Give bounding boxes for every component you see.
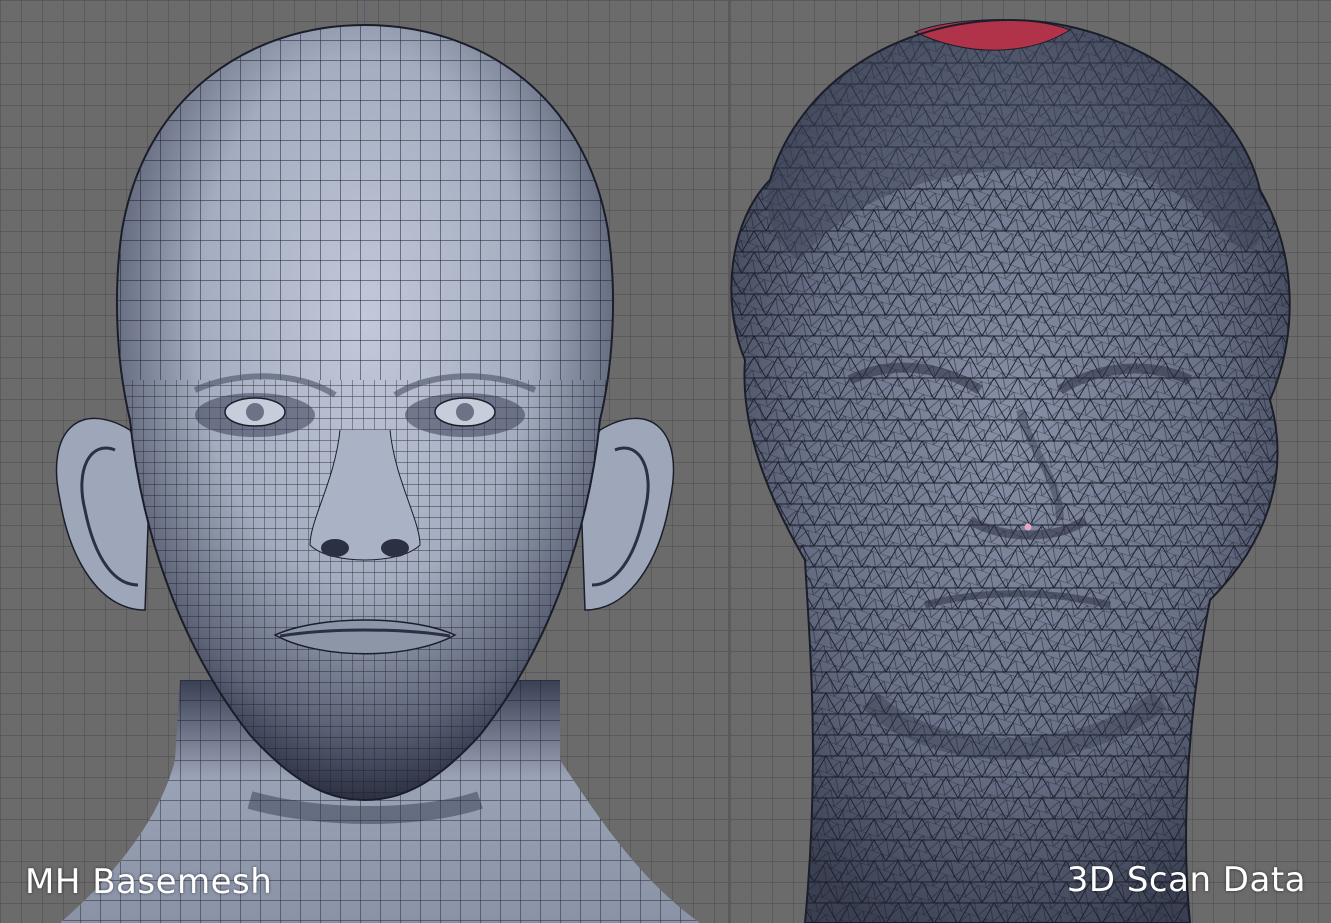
blender-screen: MH Basemesh 3D Scan Data (0, 0, 1331, 923)
scan-selected-vertex[interactable] (1024, 523, 1032, 531)
viewport-left[interactable]: MH Basemesh (0, 0, 728, 923)
basemesh-head (115, 23, 615, 802)
caption-3d-scan-data: 3D Scan Data (1066, 860, 1306, 900)
caption-mh-basemesh: MH Basemesh (25, 862, 273, 902)
scan-head (730, 18, 1291, 923)
viewport-right[interactable]: 3D Scan Data (730, 0, 1331, 923)
basemesh-head-model (55, 23, 700, 923)
scan-head-model (730, 18, 1291, 923)
